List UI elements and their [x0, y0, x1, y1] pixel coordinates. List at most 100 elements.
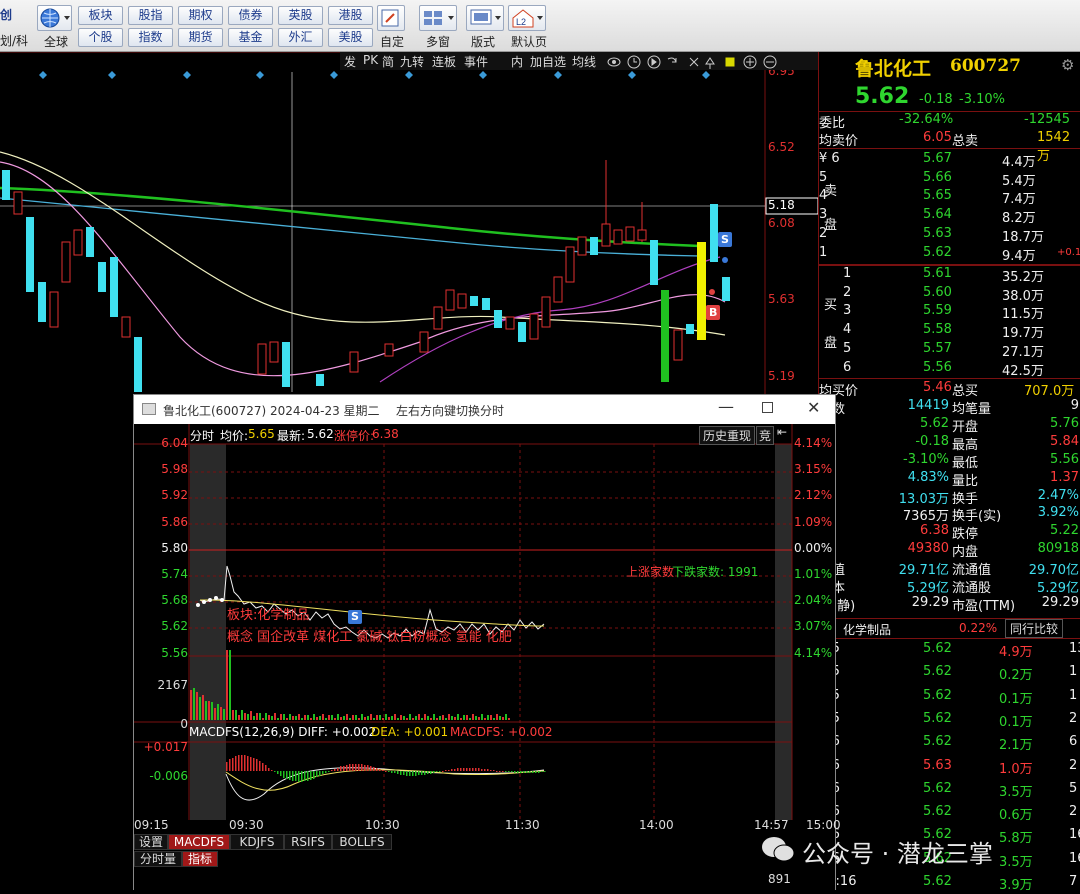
popup-titlebar[interactable]: 鲁北化工(600727) 2024-04-23 星期二 左右方向键切换分时 — …	[134, 395, 835, 424]
stat-label-2: 市盈(TTM)	[952, 598, 1016, 614]
kt-item-nei[interactable]: 内	[511, 53, 523, 70]
btn-index[interactable]: 指数	[128, 28, 173, 47]
sell-level-price: 5.65	[923, 188, 952, 204]
tab-kdjfs[interactable]: KDJFS	[230, 834, 284, 850]
volume-bar	[328, 715, 330, 720]
globe-button[interactable]	[37, 5, 72, 31]
volume-bar	[385, 714, 387, 720]
pct-axis-right: 0.00%	[794, 540, 833, 555]
custom-button[interactable]	[377, 5, 405, 31]
layout-button[interactable]	[466, 5, 504, 31]
tab-settings[interactable]: 设置	[134, 834, 168, 850]
kt-item-jiuzhuan[interactable]: 九转	[400, 53, 424, 70]
tab-macdfs[interactable]: MACDFS	[168, 834, 230, 850]
stat-value: 7365万	[902, 509, 949, 525]
sell-level-volume: 4.4万	[1002, 155, 1036, 170]
macd-bar	[256, 759, 258, 771]
btn-bonds[interactable]: 债券	[228, 6, 273, 25]
last-price-value: 5.62	[307, 427, 334, 441]
macd-bar	[433, 771, 435, 773]
tab-bollfs[interactable]: BOLLFS	[332, 834, 392, 850]
btn-sector[interactable]: 板块	[78, 6, 123, 25]
btn-hk-stocks[interactable]: 港股	[328, 6, 373, 25]
macd-bar	[508, 771, 510, 772]
maximize-icon[interactable]	[762, 402, 773, 413]
btn-us-stocks[interactable]: 美股	[328, 28, 373, 47]
kt-item-pk[interactable]: PK	[363, 53, 378, 67]
volume-bar	[472, 714, 474, 720]
stat-value-2: 5.22	[1050, 523, 1079, 539]
tab-indicator[interactable]: 指标	[182, 851, 218, 867]
volume-bar	[391, 716, 393, 720]
macd-axis-top: +0.017	[143, 740, 188, 754]
stock-change-pct: -3.10%	[959, 92, 1005, 107]
multi-window-button[interactable]	[419, 5, 457, 31]
kt-item-add-favorite[interactable]: 加自选	[530, 53, 566, 70]
intraday-chart[interactable]: 分时 均价: 5.65 最新: 5.62 涨停价: 6.38 历史重现 竞 ⇤ …	[134, 424, 841, 891]
stat-label-2: 最低	[952, 455, 979, 471]
settings-gear-icon[interactable]: ⚙	[1061, 56, 1074, 74]
volume-bar	[289, 714, 291, 720]
kt-item-lianban[interactable]: 连板	[432, 53, 456, 70]
btn-options[interactable]: 期权	[178, 6, 223, 25]
buy-level-volume: 19.7万	[1002, 326, 1044, 342]
default-page-button[interactable]: L2	[508, 5, 546, 31]
volume-bar	[334, 718, 336, 720]
tick-volume: 0.1万	[999, 691, 1033, 707]
close-icon[interactable]: ✕	[807, 398, 820, 417]
macd-bar	[343, 766, 345, 771]
macd-bar	[307, 771, 309, 781]
tick-price: 5.62	[923, 710, 952, 726]
volume-bar	[226, 650, 228, 720]
tick-price: 5.63	[923, 757, 952, 773]
volume-bar	[445, 718, 447, 720]
volume-bar	[211, 702, 213, 720]
pct-axis-right: 2.04%	[794, 593, 833, 608]
volume-bar	[280, 714, 282, 720]
volume-bar	[196, 692, 198, 720]
macd-bar	[322, 771, 324, 774]
layout-label: 版式	[471, 35, 496, 49]
macd-bar	[451, 769, 453, 771]
bid-button[interactable]: 竞	[756, 426, 775, 445]
macd-bar	[304, 771, 306, 781]
kt-item-simple[interactable]: 简	[382, 53, 394, 70]
tick-count: 6	[1069, 734, 1078, 750]
kt-item-ma[interactable]: 均线	[572, 53, 596, 70]
volume-bar	[394, 714, 396, 720]
top-toolbar: 创 划/科 全球 板块 股指 期权 债券 英股 港股 个股 指数 期货 基金 外…	[0, 0, 1080, 52]
weicha-value: -12545	[1024, 112, 1071, 127]
volume-bar	[412, 718, 414, 720]
macd-bar	[340, 766, 342, 771]
tab-minute-volume[interactable]: 分时量	[134, 851, 182, 867]
sector-name[interactable]: 化学制品	[843, 621, 891, 638]
btn-individual[interactable]: 个股	[78, 28, 123, 47]
intraday-popup[interactable]: 鲁北化工(600727) 2024-04-23 星期二 左右方向键切换分时 — …	[133, 394, 841, 891]
minimize-icon[interactable]: —	[718, 397, 734, 416]
tick-count: 1	[1069, 687, 1078, 703]
macd-bar	[355, 764, 357, 771]
history-replay-button[interactable]: 历史重现	[699, 426, 756, 445]
tick-volume: 0.1万	[999, 714, 1033, 730]
kt-item-fa[interactable]: 发	[344, 53, 356, 70]
watermark-text: 公众号 · 潜龙三掌	[802, 840, 993, 868]
volume-bar	[376, 715, 378, 720]
volume-bar	[301, 718, 303, 720]
avg-price-value: 5.65	[248, 427, 275, 441]
peer-compare-button[interactable]: 同行比较	[1005, 619, 1064, 638]
macd-bar	[280, 771, 282, 776]
volume-bar	[247, 714, 249, 720]
volume-bar	[214, 708, 216, 720]
btn-uk-stocks[interactable]: 英股	[278, 6, 323, 25]
macd-bar	[259, 761, 261, 771]
btn-stock-index[interactable]: 股指	[128, 6, 173, 25]
kt-item-events[interactable]: 事件	[464, 53, 488, 70]
btn-forex[interactable]: 外汇	[278, 28, 323, 47]
collapse-icon[interactable]: ⇤	[777, 425, 787, 439]
total-sell-value: 1542万	[1037, 130, 1071, 164]
macd-bar	[436, 771, 438, 772]
btn-futures[interactable]: 期货	[178, 28, 223, 47]
tab-rsifs[interactable]: RSIFS	[284, 834, 332, 850]
btn-funds[interactable]: 基金	[228, 28, 273, 47]
folder-icon	[725, 57, 735, 67]
